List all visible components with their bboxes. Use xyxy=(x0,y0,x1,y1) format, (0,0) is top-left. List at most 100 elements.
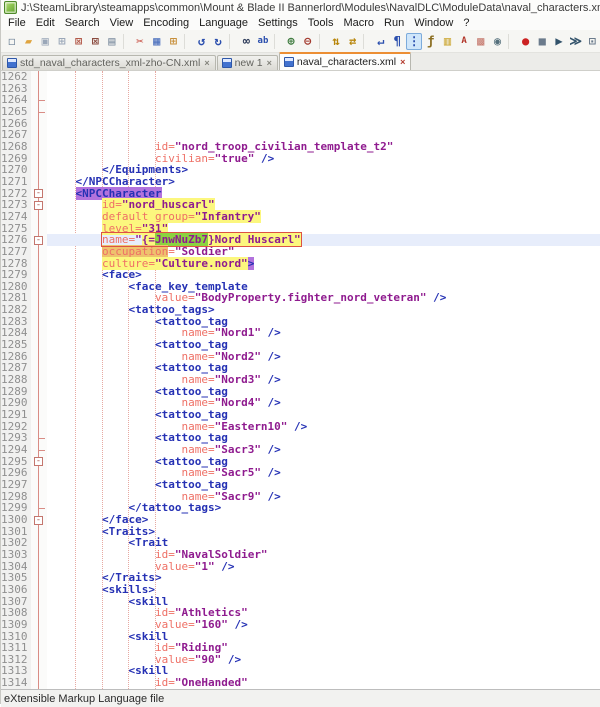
line-number: 1262 xyxy=(1,71,27,83)
code-token: /> xyxy=(261,350,281,363)
code-lines: id="nord_troop_civilian_template_t2" civ… xyxy=(47,141,600,689)
code-token: "200" xyxy=(195,688,228,689)
macro-save-icon[interactable]: ⊡ xyxy=(584,33,600,50)
menu-item-settings[interactable]: Settings xyxy=(253,17,303,29)
document-map-icon[interactable]: ▥ xyxy=(440,33,456,50)
code-token: /> xyxy=(215,560,235,573)
replace-icon[interactable]: ab xyxy=(255,33,271,50)
fold-collapse-marker[interactable]: - xyxy=(34,236,43,245)
fold-collapse-marker[interactable]: - xyxy=(34,189,43,198)
code-token: /> xyxy=(261,373,281,386)
paste-icon[interactable]: ⊞ xyxy=(166,33,182,50)
close-tab-icon[interactable]: × xyxy=(203,59,210,68)
code-token: "Culture.nord" xyxy=(155,257,248,270)
code-token: > xyxy=(248,257,255,270)
code-area[interactable]: id="nord_troop_civilian_template_t2" civ… xyxy=(47,71,600,689)
line-number: 1277 xyxy=(1,246,27,258)
line-number: 1271 xyxy=(1,176,27,188)
menu-item-search[interactable]: Search xyxy=(60,17,105,29)
line-number: 1314 xyxy=(1,677,27,689)
menu-item-file[interactable]: File xyxy=(3,17,31,29)
cut-icon[interactable]: ✂ xyxy=(132,33,148,50)
code-line[interactable]: </NPCCharacter> xyxy=(49,176,600,188)
code-token: /> xyxy=(261,466,281,479)
toolbar-separator xyxy=(319,34,325,49)
tab-bar: std_naval_characters_xml-zho-CN.xml×new … xyxy=(1,53,600,71)
code-line[interactable]: occupation="Soldier" xyxy=(49,246,600,258)
macro-stop-icon[interactable]: ■ xyxy=(534,33,550,50)
new-file-icon[interactable]: ◻ xyxy=(4,33,20,50)
code-token xyxy=(49,688,155,689)
menu-item-help[interactable]: ? xyxy=(458,17,474,29)
code-token: value= xyxy=(155,688,195,689)
menu-item-edit[interactable]: Edit xyxy=(31,17,60,29)
code-token: /> xyxy=(287,420,307,433)
fold-collapse-marker[interactable]: - xyxy=(34,457,43,466)
code-token: </NPCCharacter> xyxy=(76,175,175,188)
macro-play-icon[interactable]: ▶ xyxy=(551,33,567,50)
code-token: "1" xyxy=(195,560,215,573)
menu-item-macro[interactable]: Macro xyxy=(338,17,379,29)
sync-scroll-horizontal-icon[interactable]: ⇄ xyxy=(345,33,361,50)
sync-scroll-vertical-icon[interactable]: ⇅ xyxy=(328,33,344,50)
code-token: "160" xyxy=(195,618,228,631)
code-token: "true" xyxy=(215,152,255,165)
close-tab-icon[interactable]: × xyxy=(399,58,406,67)
copy-icon[interactable]: ▦ xyxy=(149,33,165,50)
folder-as-workspace-icon[interactable]: ▩ xyxy=(473,33,489,50)
print-icon[interactable]: ▤ xyxy=(104,33,120,50)
menu-item-language[interactable]: Language xyxy=(194,17,253,29)
macro-run-multiple-icon[interactable]: ≫ xyxy=(568,33,584,50)
save-icon[interactable]: ▣ xyxy=(37,33,53,50)
code-token: /> xyxy=(261,396,281,409)
status-bar: eXtensible Markup Language file xyxy=(1,689,600,707)
close-tab-icon[interactable]: × xyxy=(266,59,273,68)
line-number: 1265 xyxy=(1,106,27,118)
code-token: "90" xyxy=(195,653,222,666)
indent-guide-icon[interactable]: ⋮ xyxy=(406,33,422,50)
tab-std-naval-characters-xml-zho-cn-xml[interactable]: std_naval_characters_xml-zho-CN.xml× xyxy=(2,55,216,70)
close-file-icon[interactable]: ⊠ xyxy=(71,33,87,50)
zoom-out-icon[interactable]: ⊖ xyxy=(300,33,316,50)
close-all-icon[interactable]: ⊠ xyxy=(87,33,103,50)
notepadpp-icon xyxy=(4,1,17,14)
redo-icon[interactable]: ↻ xyxy=(210,33,226,50)
menu-item-encoding[interactable]: Encoding xyxy=(138,17,194,29)
tab-new-1[interactable]: new 1× xyxy=(217,55,278,70)
line-number: 1294 xyxy=(1,444,27,456)
monitoring-eye-icon[interactable]: ◉ xyxy=(490,33,506,50)
save-all-icon[interactable]: ⊞ xyxy=(54,33,70,50)
menu-item-run[interactable]: Run xyxy=(379,17,409,29)
fold-tree-line xyxy=(38,71,39,689)
line-number: 1297 xyxy=(1,479,27,491)
toolbar-separator xyxy=(123,34,129,49)
code-line[interactable]: default_group="Infantry" xyxy=(49,211,600,223)
fold-collapse-marker[interactable]: - xyxy=(34,201,43,210)
word-wrap-icon[interactable]: ↵ xyxy=(373,33,389,50)
code-token: = xyxy=(168,245,175,258)
zoom-in-icon[interactable]: ⊕ xyxy=(283,33,299,50)
function-list-icon[interactable]: ƒ xyxy=(423,33,439,50)
find-icon[interactable]: ∞ xyxy=(238,33,254,50)
document-type-label: eXtensible Markup Language file xyxy=(4,693,164,705)
tab-naval-characters-xml[interactable]: naval_characters.xml× xyxy=(279,52,411,70)
line-number: 1268 xyxy=(1,141,27,153)
tab-label: new 1 xyxy=(235,57,263,69)
fold-end-tick xyxy=(39,438,45,439)
macro-record-icon[interactable]: ● xyxy=(518,33,534,50)
code-token: /> xyxy=(261,326,281,339)
fold-collapse-marker[interactable]: - xyxy=(34,516,43,525)
show-all-characters-icon[interactable]: ¶ xyxy=(390,33,406,50)
open-file-icon[interactable]: ▰ xyxy=(21,33,37,50)
line-number-gutter: 1262126312641265126612671268126912701271… xyxy=(1,71,31,689)
menu-item-tools[interactable]: Tools xyxy=(303,17,339,29)
toolbar-separator xyxy=(274,34,280,49)
code-token: occupation xyxy=(102,245,168,258)
line-number: 1306 xyxy=(1,584,27,596)
menu-item-view[interactable]: View xyxy=(105,17,139,29)
code-token: default_group= xyxy=(102,210,195,223)
editor: 1262126312641265126612671268126912701271… xyxy=(1,71,600,689)
menu-item-window[interactable]: Window xyxy=(409,17,458,29)
document-switcher-icon[interactable]: A xyxy=(456,33,472,50)
undo-icon[interactable]: ↺ xyxy=(194,33,210,50)
